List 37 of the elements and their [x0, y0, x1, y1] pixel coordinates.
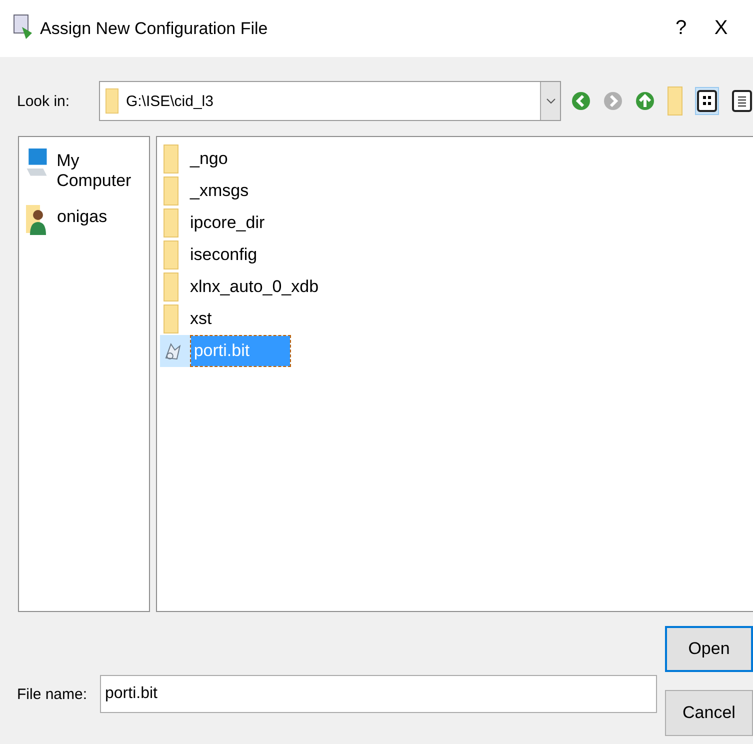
folder-icon	[667, 86, 683, 116]
folder-icon	[104, 88, 120, 114]
folder-icon	[163, 144, 179, 174]
window-title: Assign New Configuration File	[40, 18, 269, 38]
look-in-dropdown[interactable]: G:\ISE\cid_l3	[98, 81, 561, 121]
help-button[interactable]: ?	[661, 16, 701, 41]
grid-icon	[696, 88, 718, 114]
place-item[interactable]: My Computer	[25, 145, 149, 191]
file-item[interactable]: ipcore_dir	[187, 208, 268, 238]
folder-icon	[163, 176, 179, 206]
file-name-field[interactable]: porti.bit	[100, 675, 657, 713]
path-text: G:\ISE\cid_l3	[126, 92, 214, 110]
file-item[interactable]: _xmsgs	[187, 176, 252, 206]
file-item[interactable]: _ngo	[187, 144, 231, 174]
chevron-down-icon	[546, 98, 556, 104]
forward-button[interactable]	[603, 91, 623, 111]
folder-icon	[163, 208, 179, 238]
back-button[interactable]	[571, 91, 591, 111]
file-name-label: File name:	[17, 686, 88, 702]
folder-icon	[163, 240, 179, 270]
list-icon	[731, 88, 753, 114]
file-item[interactable]: xlnx_auto_0_xdb	[187, 272, 322, 302]
look-in-label: Look in:	[17, 92, 71, 110]
dialog-button[interactable]: Cancel	[665, 690, 753, 736]
file-item[interactable]: xst	[187, 304, 215, 334]
file-item[interactable]: iseconfig	[187, 240, 260, 270]
folder-icon	[163, 304, 179, 334]
close-button[interactable]: X	[701, 16, 741, 41]
folder-icon	[163, 272, 179, 302]
place-item[interactable]: onigas	[25, 201, 149, 237]
file-icon	[163, 340, 183, 362]
dropdown-button[interactable]	[540, 82, 560, 120]
dialog-button[interactable]: Open	[665, 626, 753, 672]
up-button[interactable]	[635, 91, 655, 111]
app-icon	[12, 13, 34, 39]
list-view-button[interactable]	[695, 87, 719, 115]
detail-view-button[interactable]	[731, 88, 753, 114]
